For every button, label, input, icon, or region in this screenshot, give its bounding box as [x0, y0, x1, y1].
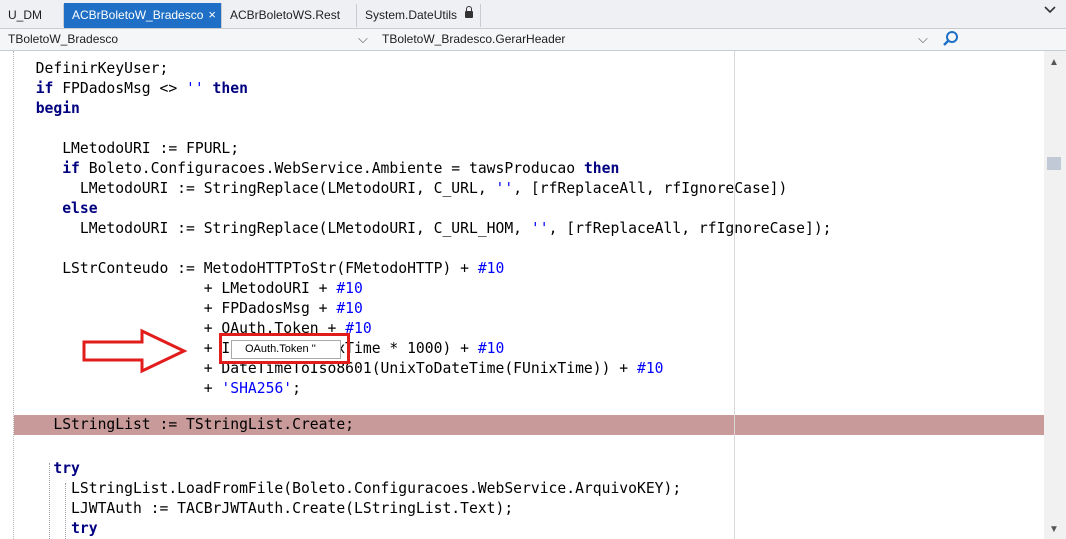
code-token-kw: begin	[35, 100, 80, 117]
search-icon[interactable]	[942, 30, 960, 48]
code-token: , [rfReplaceAll, rfIgnoreCase])	[513, 180, 788, 197]
code-token-kw: try	[53, 460, 80, 477]
code-token: LMetodoURI := StringReplace(LMetodoURI, …	[18, 220, 531, 237]
code-line: else	[18, 199, 98, 219]
code-line: + 'SHA256';	[18, 379, 301, 399]
code-line: + FPDadosMsg + #10	[18, 299, 363, 319]
tab-label: ACBrBoletoWS.Rest	[230, 8, 341, 22]
code-token-num: #10	[477, 260, 505, 277]
code-line: + LMetodoURI + #10	[18, 279, 363, 299]
tab-label: U_DM	[8, 8, 43, 22]
code-token: Boleto.Configuracoes.WebService.Ambiente…	[79, 160, 584, 177]
red-arrow-annotation	[82, 328, 188, 374]
class-selector[interactable]: TBoletoW_Bradesco ⌵	[8, 29, 372, 50]
method-selector[interactable]: TBoletoW_Bradesco.GerarHeader ⌵	[382, 29, 934, 50]
right-margin-line	[734, 51, 735, 539]
code-token-num: #10	[336, 300, 363, 317]
method-selector-value: TBoletoW_Bradesco.GerarHeader	[382, 32, 566, 46]
code-token-kw: if	[35, 80, 54, 97]
scroll-down-icon[interactable]: ▼	[1049, 524, 1059, 535]
code-token-num: #10	[477, 340, 505, 357]
dropdown-icon[interactable]: ⌵	[918, 29, 928, 49]
code-token: FPDadosMsg <>	[53, 80, 187, 97]
code-token-kw: then	[583, 160, 620, 177]
code-line: try	[18, 459, 80, 479]
code-token: LStringList.LoadFromFile(Boleto.Configur…	[18, 480, 682, 497]
code-token-kw: then	[212, 80, 248, 97]
tab-acbrboletows-rest[interactable]: ACBrBoletoWS.Rest	[222, 4, 357, 27]
code-editor[interactable]: DefinirKeyUser; if FPDadosMsg <> '' then…	[0, 51, 1044, 539]
code-token: DefinirKeyUser;	[18, 60, 169, 77]
code-line: if Boleto.Configuracoes.WebService.Ambie…	[18, 159, 619, 179]
code-token-kw: else	[62, 200, 98, 217]
code-line: begin	[18, 99, 80, 119]
code-token-num: #10	[636, 360, 664, 377]
code-token: ;	[292, 380, 301, 397]
vertical-scrollbar[interactable]: ▲ ▼	[1044, 51, 1066, 539]
code-line: LMetodoURI := StringReplace(LMetodoURI, …	[18, 179, 787, 199]
chevron-down-icon[interactable]	[1044, 6, 1056, 14]
code-token-kw: try	[71, 520, 98, 537]
code-token-kw: if	[62, 160, 80, 177]
code-token: LMetodoURI := FPURL;	[18, 140, 240, 157]
code-line: LStringList := TStringList.Create;	[18, 415, 354, 435]
code-token: + LMetodoURI +	[18, 280, 337, 297]
tab-system-dateutils[interactable]: System.DateUtils	[357, 4, 481, 27]
code-line: LMetodoURI := FPURL;	[18, 139, 239, 159]
tab-u-dm[interactable]: U_DM	[0, 4, 64, 27]
highlight-box	[219, 333, 350, 364]
code-line: try	[18, 519, 98, 539]
code-token-str: 'SHA256'	[221, 380, 293, 397]
code-token: +	[18, 380, 222, 397]
gutter-guide	[13, 51, 14, 539]
lock-icon	[465, 6, 473, 18]
code-token: LStrConteudo := MetodoHTTPToStr(FMetodoH…	[18, 260, 478, 277]
class-selector-value: TBoletoW_Bradesco	[8, 32, 119, 46]
code-token: + FPDadosMsg +	[18, 300, 337, 317]
tab-acbrboletow-bradesco[interactable]: ACBrBoletoW_Bradesco ×	[64, 3, 222, 28]
code-token: LMetodoURI := StringReplace(LMetodoURI, …	[18, 180, 496, 197]
code-token-str: ''	[530, 220, 549, 237]
scroll-up-icon[interactable]: ▲	[1049, 57, 1059, 68]
code-line: LJWTAuth := TACBrJWTAuth.Create(LStringL…	[18, 499, 513, 519]
code-token-str: ''	[495, 180, 514, 197]
code-token: LStringList := TStringList.Create;	[18, 416, 355, 433]
code-token: , [rfReplaceAll, rfIgnoreCase]);	[548, 220, 832, 237]
dropdown-icon[interactable]: ⌵	[358, 29, 368, 49]
close-icon[interactable]: ×	[208, 3, 216, 27]
tab-label: System.DateUtils	[365, 8, 458, 22]
code-line: if FPDadosMsg <> '' then	[18, 79, 248, 99]
tab-label: ACBrBoletoW_Bradesco	[72, 8, 204, 22]
code-line: LMetodoURI := StringReplace(LMetodoURI, …	[18, 219, 832, 239]
tab-bar: U_DM ACBrBoletoW_Bradesco × ACBrBoletoWS…	[0, 0, 1066, 29]
code-line: DefinirKeyUser;	[18, 59, 169, 79]
navigation-bar: TBoletoW_Bradesco ⌵ TBoletoW_Bradesco.Ge…	[0, 29, 1066, 51]
code-token-str: ''	[186, 80, 204, 97]
code-line: LStringList.LoadFromFile(Boleto.Configur…	[18, 479, 681, 499]
scroll-thumb[interactable]	[1047, 157, 1061, 170]
code-token: LJWTAuth := TACBrJWTAuth.Create(LStringL…	[18, 500, 514, 517]
code-token-num: #10	[336, 280, 363, 297]
code-line: LStrConteudo := MetodoHTTPToStr(FMetodoH…	[18, 259, 504, 279]
